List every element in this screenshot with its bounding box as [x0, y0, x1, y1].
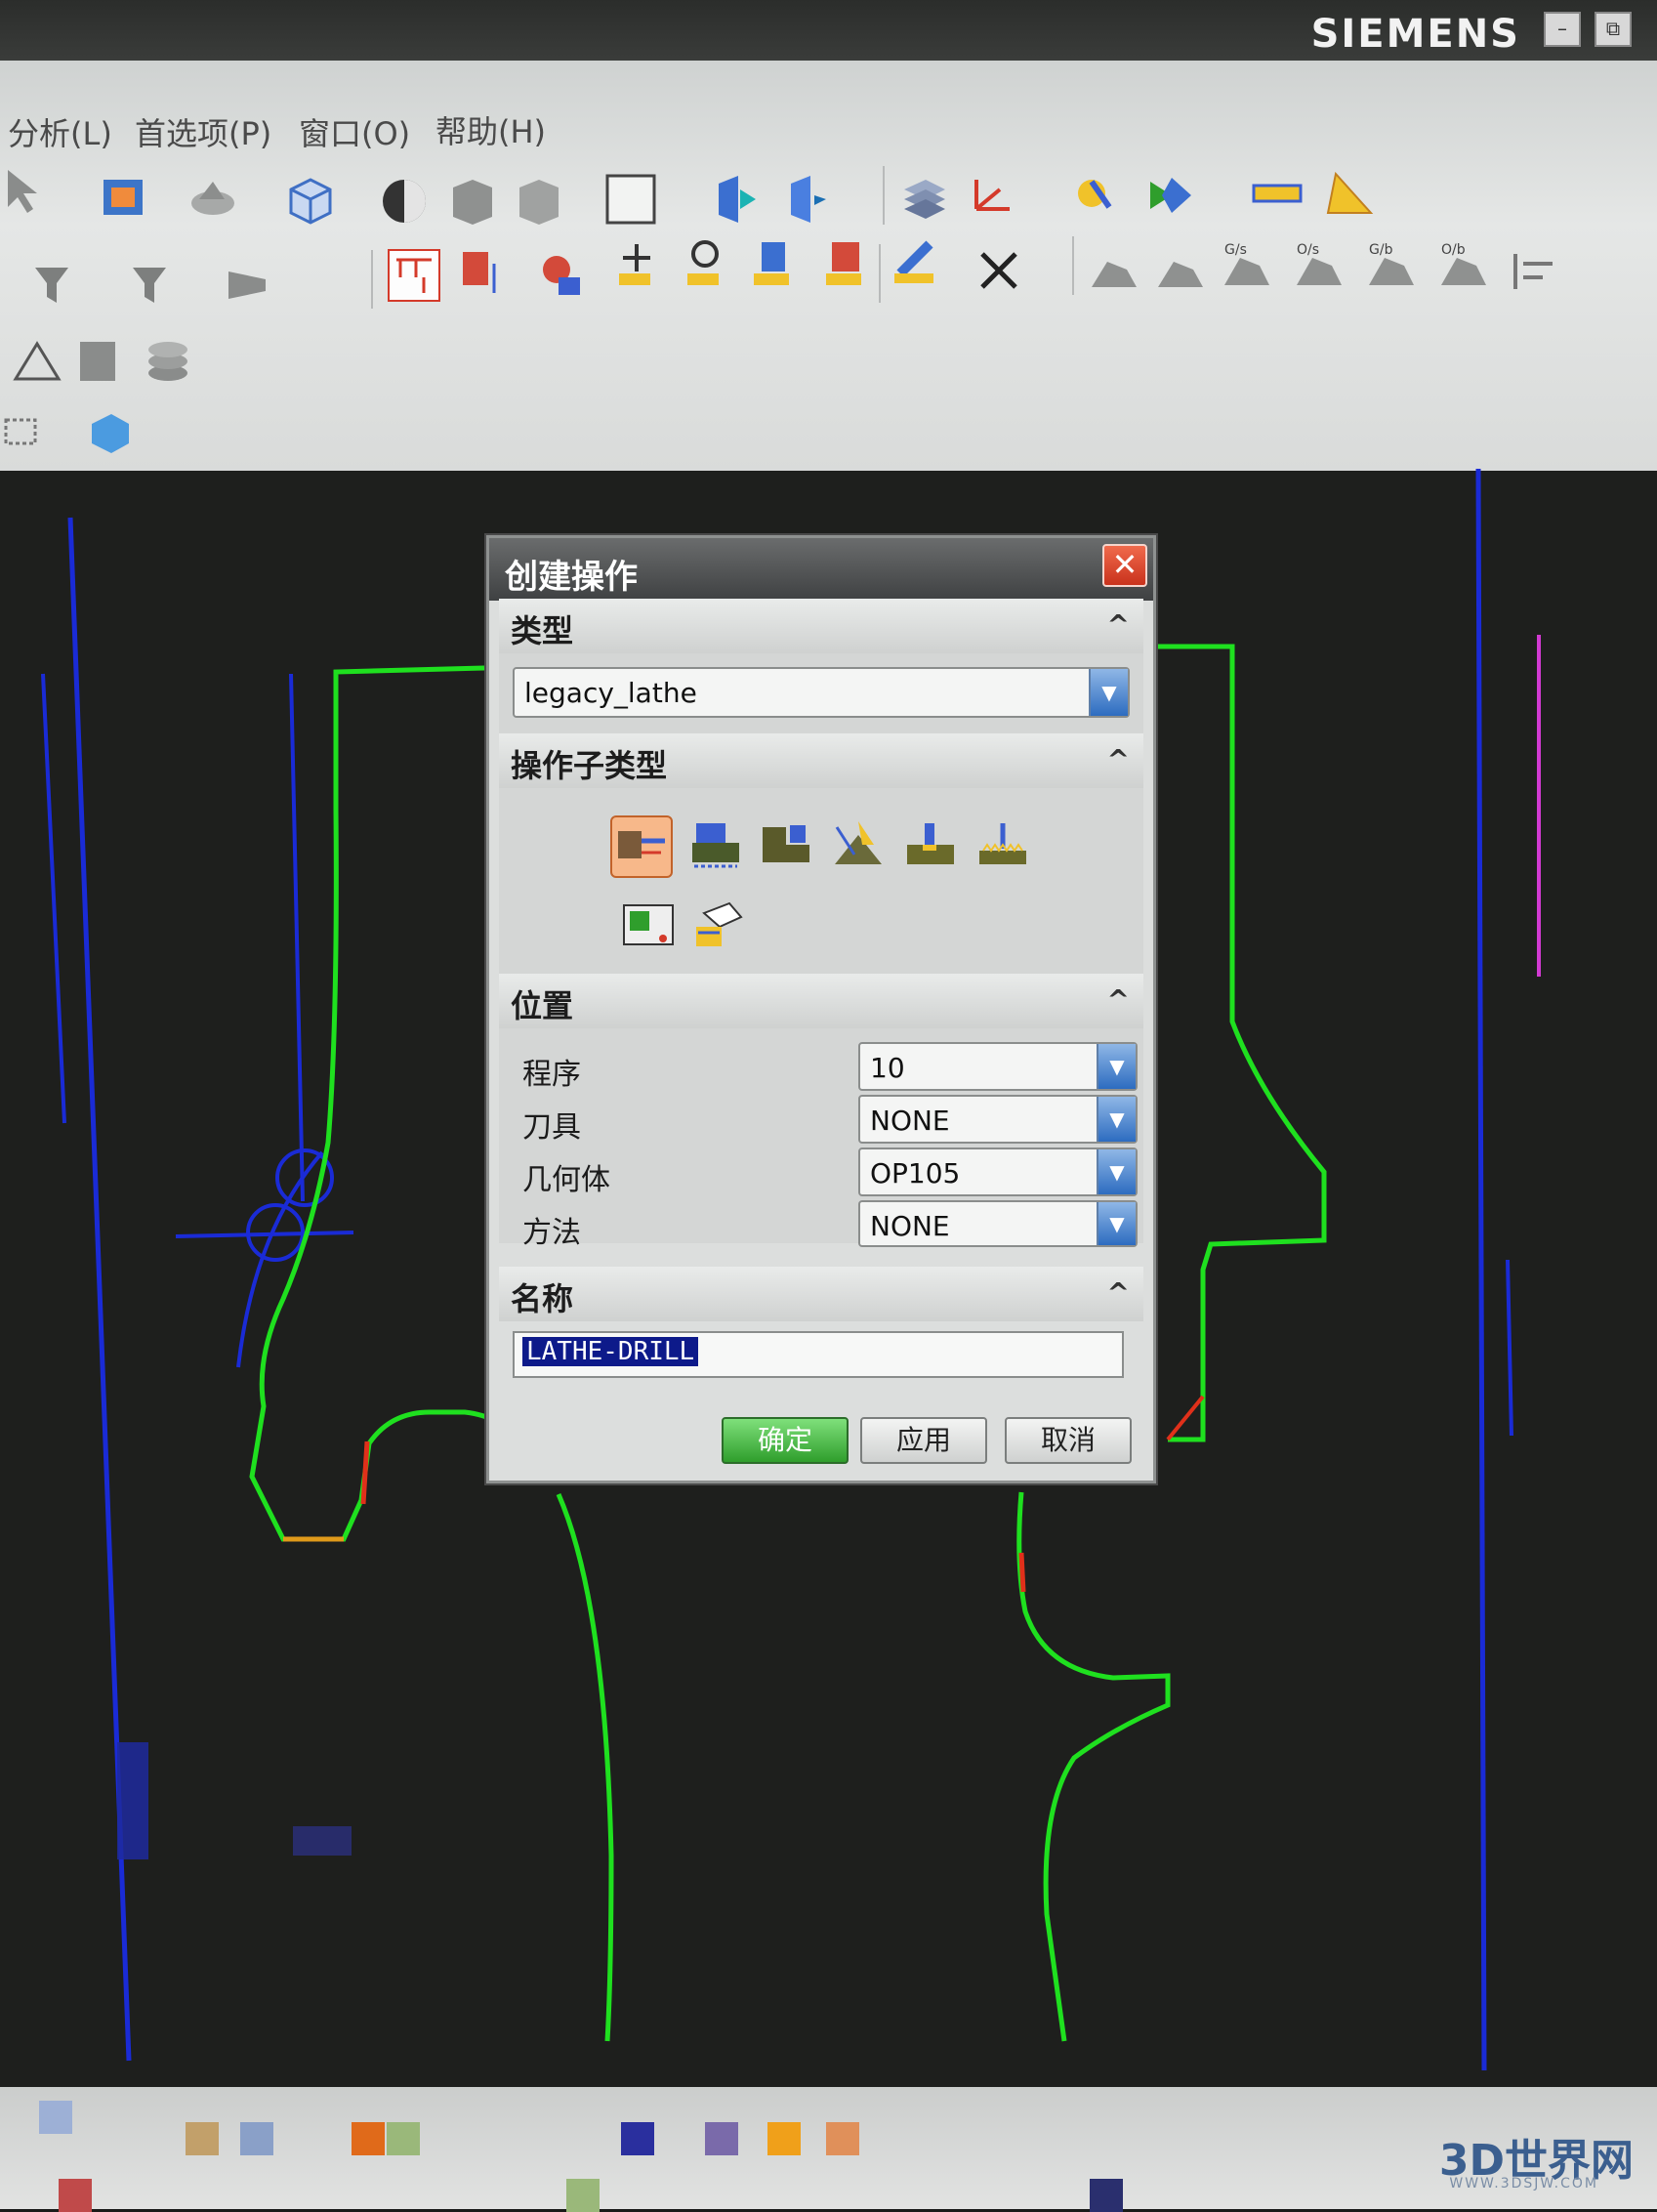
dropdown-arrow-icon[interactable]: ▼ [1097, 1044, 1136, 1089]
contour-subtype-icon[interactable] [829, 815, 888, 874]
taskbar-app-icon[interactable] [240, 2122, 273, 2155]
dialog-title-bar[interactable]: 创建操作 ✕ [489, 538, 1153, 601]
thread-subtype-icon[interactable] [973, 815, 1032, 874]
taskbar-app-icon[interactable] [352, 2122, 385, 2155]
tool-select[interactable]: NONE ▼ [858, 1095, 1138, 1144]
section-subtype-body [499, 788, 1143, 983]
taskbar-app-icon[interactable] [59, 2179, 92, 2212]
blue-axis-line-right [1475, 468, 1487, 2071]
red-segment-bore [1018, 1552, 1026, 1593]
red-segment-right [1166, 1395, 1205, 1441]
taskbar-app-icon[interactable] [767, 2122, 801, 2155]
program-select-value: 10 [870, 1052, 905, 1084]
ok-button[interactable]: 确定 [722, 1417, 849, 1464]
dropdown-arrow-icon[interactable]: ▼ [1089, 669, 1128, 716]
section-location-label: 位置 [511, 987, 574, 1024]
section-type-label: 类型 [511, 612, 574, 649]
centerline-drill-subtype-icon[interactable] [610, 815, 673, 878]
collapse-caret-icon[interactable]: ^ [1107, 983, 1130, 1016]
section-name-label: 名称 [511, 1280, 574, 1317]
cancel-button[interactable]: 取消 [1005, 1417, 1132, 1464]
method-select[interactable]: NONE ▼ [858, 1200, 1138, 1247]
taskbar-app-icon[interactable] [705, 2122, 738, 2155]
blurred-block [117, 1742, 148, 1859]
program-label: 程序 [522, 1058, 581, 1092]
taskbar-app-icon[interactable] [387, 2122, 420, 2155]
green-profile-right [1148, 644, 1327, 1442]
face-subtype-icon[interactable] [686, 815, 745, 874]
method-select-value: NONE [870, 1210, 950, 1242]
section-type-body: legacy_lathe ▼ [499, 653, 1143, 733]
dropdown-arrow-icon[interactable]: ▼ [1097, 1097, 1136, 1142]
watermark-url: WWW.3DSJW.COM [1449, 2176, 1598, 2191]
apply-button[interactable]: 应用 [860, 1417, 987, 1464]
bore-right [1016, 1491, 1171, 2042]
name-input-value: LATHE-DRILL [522, 1337, 699, 1366]
section-location-body: 程序 10 ▼ 刀具 NONE ▼ 几何体 OP105 ▼ 方法 NONE ▼ [499, 1028, 1143, 1250]
red-segment-left [360, 1440, 370, 1505]
geometry-label: 几何体 [522, 1163, 610, 1197]
taskbar-app-icon[interactable] [826, 2122, 859, 2155]
section-location-header[interactable]: 位置 ^ [499, 974, 1143, 1028]
dropdown-arrow-icon[interactable]: ▼ [1097, 1202, 1136, 1245]
tool-select-value: NONE [870, 1105, 950, 1137]
bore-left [556, 1493, 614, 2042]
blurred-block-2 [293, 1826, 352, 1856]
close-icon[interactable]: ✕ [1102, 544, 1147, 587]
section-subtype-header[interactable]: 操作子类型 ^ [499, 733, 1143, 788]
blue-line-2 [41, 673, 66, 1124]
green-profile-left [249, 665, 516, 1542]
type-select[interactable]: legacy_lathe ▼ [513, 667, 1130, 718]
blue-line-3 [289, 673, 305, 1202]
collapse-caret-icon[interactable]: ^ [1107, 608, 1130, 641]
groove-subtype-icon[interactable] [901, 815, 960, 874]
crosshair-h [175, 1231, 354, 1238]
taskbar-app-icon[interactable] [186, 2122, 219, 2155]
taskbar-app-icon[interactable] [566, 2179, 600, 2212]
taskbar-app-icon[interactable] [1090, 2179, 1123, 2212]
rough-turn-subtype-icon[interactable] [757, 815, 815, 874]
geometry-select-value: OP105 [870, 1157, 961, 1189]
user-defined-subtype-icon[interactable] [620, 897, 679, 956]
blue-line-right-2 [1506, 1259, 1513, 1437]
collapse-caret-icon[interactable]: ^ [1107, 743, 1130, 775]
section-type-header[interactable]: 类型 ^ [499, 599, 1143, 653]
taskbar [0, 2087, 1657, 2212]
create-operation-dialog: 创建操作 ✕ 类型 ^ legacy_lathe ▼ 操作子类型 ^ 位置 ^ … [486, 535, 1156, 1483]
geometry-select[interactable]: OP105 ▼ [858, 1148, 1138, 1196]
program-select[interactable]: 10 ▼ [858, 1042, 1138, 1091]
tool-label: 刀具 [522, 1110, 581, 1145]
section-subtype-label: 操作子类型 [511, 747, 668, 784]
collapse-caret-icon[interactable]: ^ [1107, 1276, 1130, 1309]
method-label: 方法 [522, 1216, 581, 1250]
dropdown-arrow-icon[interactable]: ▼ [1097, 1149, 1136, 1194]
taskbar-app-icon[interactable] [621, 2122, 654, 2155]
name-input[interactable]: LATHE-DRILL [513, 1331, 1124, 1378]
type-select-value: legacy_lathe [524, 677, 697, 709]
teach-mode-subtype-icon[interactable] [690, 897, 749, 956]
section-name-header[interactable]: 名称 ^ [499, 1267, 1143, 1321]
taskbar-app-icon[interactable] [39, 2101, 72, 2134]
dialog-title: 创建操作 [505, 558, 638, 597]
